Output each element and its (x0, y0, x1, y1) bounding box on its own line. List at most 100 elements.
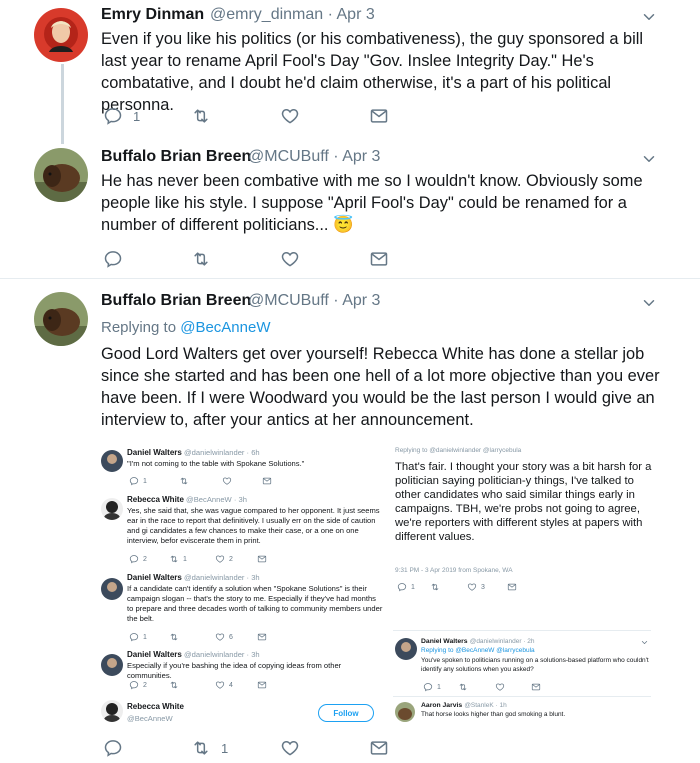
chevron-down-icon[interactable] (640, 150, 658, 168)
mini-retweet (458, 682, 468, 692)
mini-tweet-text: You've spoken to politicians running on … (421, 657, 649, 673)
reply-icon (103, 106, 123, 126)
reply-icon (103, 738, 123, 758)
mini-tweet-text: That horse looks higher than god smoking… (421, 711, 566, 718)
tweet-text: He has never been combative with me so I… (101, 172, 643, 234)
mini-handle: @BecAnneW · 3h (186, 495, 247, 504)
mini-reply: 2 (129, 554, 147, 564)
tweet-text: Good Lord Walters get over yourself! Reb… (101, 345, 660, 429)
author-name[interactable]: Emry Dinman (101, 6, 204, 24)
retweet-icon (191, 106, 211, 126)
dm-button[interactable] (369, 106, 389, 126)
like-icon (280, 249, 300, 269)
replying-to-handle[interactable]: @BecAnneW (180, 319, 270, 336)
mini-reply: 1 (397, 582, 415, 592)
mini-author: Daniel Walters (127, 650, 182, 659)
retweet-button[interactable]: 1 (191, 738, 228, 758)
chevron-down-icon[interactable] (640, 294, 658, 312)
mini-handle: @danielwinlander · 3h (183, 650, 260, 659)
replying-to-label: Replying to (101, 319, 181, 336)
mini-dm (257, 632, 267, 642)
mini-tweet-text: Yes, she said that, she was vague compar… (127, 506, 380, 545)
mini-avatar (101, 498, 123, 520)
mini-reply: 1 (129, 632, 147, 642)
mini-author: Daniel Walters (127, 448, 182, 457)
attached-image[interactable]: Daniel Walters @danielwinlander · 6h "I'… (97, 440, 667, 730)
reply-button[interactable] (103, 738, 123, 758)
mini-divider (393, 696, 651, 697)
mini-like (222, 476, 232, 486)
like-button[interactable] (280, 106, 300, 126)
mini-timestamp: 9:31 PM - 3 Apr 2019 from Spokane, WA (395, 567, 513, 574)
divider (0, 278, 700, 279)
chevron-down-icon[interactable] (640, 8, 658, 26)
retweet-icon (191, 249, 211, 269)
replying-to: Replying to @BecAnneW (101, 319, 270, 336)
mini-retweet (169, 680, 179, 690)
mini-avatar (395, 638, 417, 660)
mini-like: 2 (215, 554, 233, 564)
mini-profile-name: Rebecca White (127, 702, 184, 711)
mini-replying-to: Replying to @danielwinlander @larrycebul… (395, 447, 522, 454)
avatar-buffalo-icon (34, 292, 88, 346)
mini-avatar (101, 700, 123, 722)
reply-icon (103, 249, 123, 269)
mini-avatar (395, 702, 415, 722)
mini-tweet-text: Especially if you're bashing the idea of… (127, 661, 342, 680)
author-handle-date[interactable]: @emry_dinman · Apr 3 (210, 6, 375, 24)
mini-dm (507, 582, 517, 592)
tweet-text: Even if you like his politics (or his co… (101, 30, 644, 114)
mini-handle: @danielwinlander · 2h (469, 638, 535, 645)
author-handle-date[interactable]: @MCUBuff · Apr 3 (248, 292, 380, 310)
mini-tweet-text: "I'm not coming to the table with Spokan… (127, 459, 305, 468)
avatar-portrait-icon (34, 8, 88, 62)
mini-dm (262, 476, 272, 486)
mini-like: 6 (215, 632, 233, 642)
like-button[interactable] (280, 738, 300, 758)
mini-reply: 1 (129, 476, 147, 486)
reply-button[interactable]: 1 (103, 106, 140, 126)
mini-avatar (101, 654, 123, 676)
mini-tweet-text-large: That's fair. I thought your story was a … (395, 461, 652, 543)
mini-handle: @danielwinlander · 6h (183, 448, 260, 457)
mini-tweet-text: If a candidate can't identify a solution… (127, 584, 383, 623)
mini-dm (257, 554, 267, 564)
dm-button[interactable] (369, 738, 389, 758)
mini-avatar (101, 578, 123, 600)
author-handle-date[interactable]: @MCUBuff · Apr 3 (248, 148, 380, 166)
mini-handle: @danielwinlander · 3h (183, 573, 260, 582)
avatar[interactable] (34, 8, 88, 62)
retweet-button[interactable] (191, 249, 211, 269)
author-name[interactable]: Buffalo Brian Breen (101, 148, 251, 166)
mini-dm (531, 682, 541, 692)
retweet-button[interactable] (191, 106, 211, 126)
mini-retweet: 1 (169, 554, 187, 564)
reply-button[interactable] (103, 249, 123, 269)
smiling-face-with-halo-emoji: 😇 (333, 216, 354, 234)
retweet-icon (191, 738, 211, 758)
avatar[interactable] (34, 292, 88, 346)
like-icon (280, 106, 300, 126)
author-name[interactable]: Buffalo Brian Breen (101, 292, 251, 310)
mini-chevron-down-icon (640, 638, 649, 647)
mini-follow-button: Follow (318, 704, 374, 722)
mini-author: Daniel Walters (421, 638, 468, 645)
like-icon (280, 738, 300, 758)
mini-reply: 2 (129, 680, 147, 690)
mini-like: 3 (467, 582, 485, 592)
avatar-buffalo-icon (34, 148, 88, 202)
retweet-count: 1 (221, 740, 229, 756)
mini-replying-to: Replying to @BecAnneW @larrycebula (421, 647, 535, 654)
like-button[interactable] (280, 249, 300, 269)
dm-button[interactable] (369, 249, 389, 269)
mini-avatar (101, 450, 123, 472)
envelope-icon (369, 738, 389, 758)
envelope-icon (369, 249, 389, 269)
thread-line (61, 64, 64, 144)
mini-reply: 1 (423, 682, 441, 692)
reply-count: 1 (133, 108, 141, 124)
mini-author: Rebecca White (127, 495, 184, 504)
avatar[interactable] (34, 148, 88, 202)
mini-profile-handle: @BecAnneW (127, 714, 173, 723)
mini-retweet (430, 582, 440, 592)
